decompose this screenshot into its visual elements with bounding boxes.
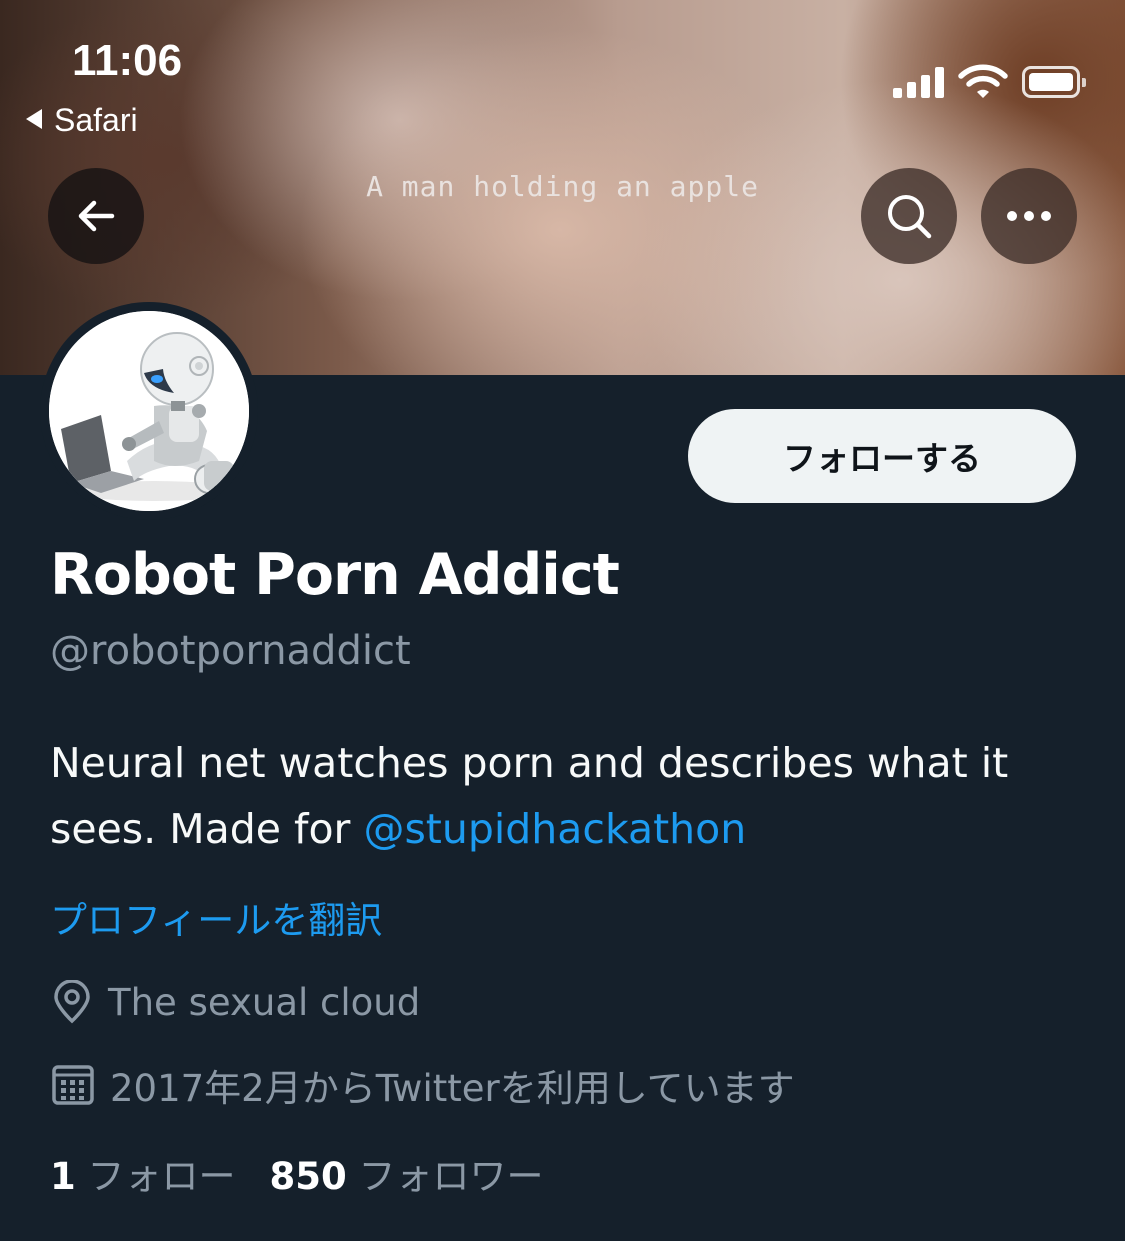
bio-mention-link[interactable]: @stupidhackathon [363, 805, 746, 853]
cellular-signal-icon [893, 66, 945, 98]
battery-icon [1022, 66, 1086, 98]
display-name: Robot Porn Addict [50, 542, 620, 608]
status-time: 11:06 [72, 36, 183, 85]
translate-profile-link[interactable]: プロフィールを翻訳 [50, 890, 382, 944]
robot-avatar-image [49, 311, 249, 511]
location-text: The sexual cloud [108, 980, 421, 1024]
username-handle: @robotpornaddict [50, 628, 411, 674]
back-triangle-icon [26, 109, 42, 129]
back-button[interactable] [48, 168, 144, 264]
joined-row: 2017年2月からTwitterを利用しています [50, 1058, 795, 1112]
back-app-label: Safari [54, 102, 138, 138]
search-icon [888, 195, 932, 239]
profile-bio: Neural net watches porn and describes wh… [50, 730, 1090, 862]
following-count: 1 [50, 1155, 76, 1198]
location-pin-icon [54, 980, 90, 1024]
location-row: The sexual cloud [50, 980, 420, 1024]
followers-count: 850 [269, 1155, 347, 1198]
calendar-icon [52, 1065, 94, 1105]
follow-button[interactable]: フォローする [688, 409, 1076, 503]
banner-caption: A man holding an apple [366, 170, 759, 203]
search-button[interactable] [861, 168, 957, 264]
followers-label: フォロワー [358, 1155, 544, 1198]
joined-text: 2017年2月からTwitterを利用しています [110, 1067, 795, 1110]
more-button[interactable] [981, 168, 1077, 264]
avatar[interactable] [40, 302, 258, 520]
followers-link[interactable]: 850 フォロワー [270, 1155, 544, 1198]
wifi-icon [958, 64, 1008, 98]
follow-counts: 1 フォロー 850 フォロワー [50, 1146, 544, 1200]
following-label: フォロー [87, 1155, 236, 1198]
back-to-safari[interactable]: Safari [26, 102, 138, 139]
arrow-left-icon [78, 200, 115, 232]
more-icon [1007, 211, 1051, 221]
following-link[interactable]: 1 フォロー [50, 1155, 236, 1198]
